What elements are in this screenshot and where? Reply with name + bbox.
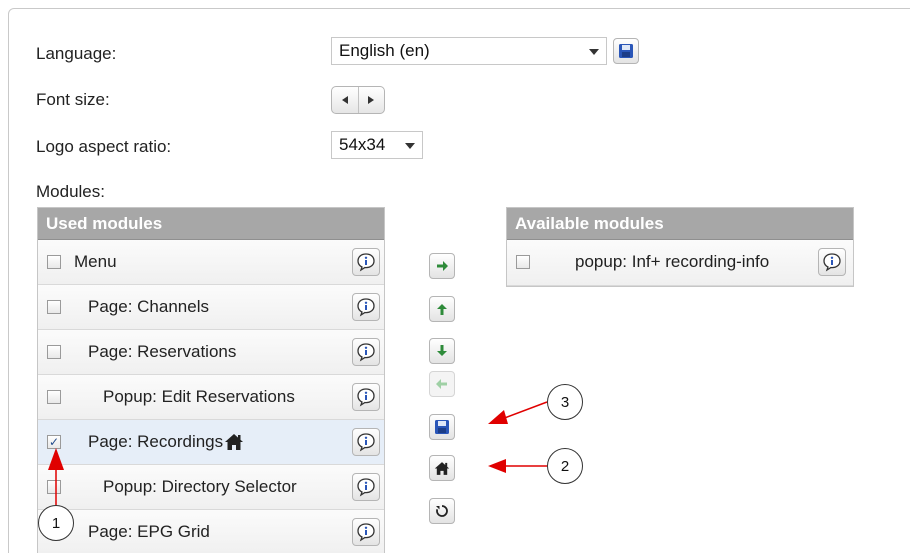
callout-2: 2	[547, 448, 583, 484]
annotation-arrows	[48, 401, 548, 506]
annotation-arrowhead-3	[488, 410, 508, 424]
annotation-arrowhead-1	[48, 448, 64, 470]
annotation-arrowhead-2	[488, 459, 506, 473]
callout-3: 3	[547, 384, 583, 420]
callout-1: 1	[38, 505, 74, 541]
annotation-arrow-3	[501, 401, 548, 420]
